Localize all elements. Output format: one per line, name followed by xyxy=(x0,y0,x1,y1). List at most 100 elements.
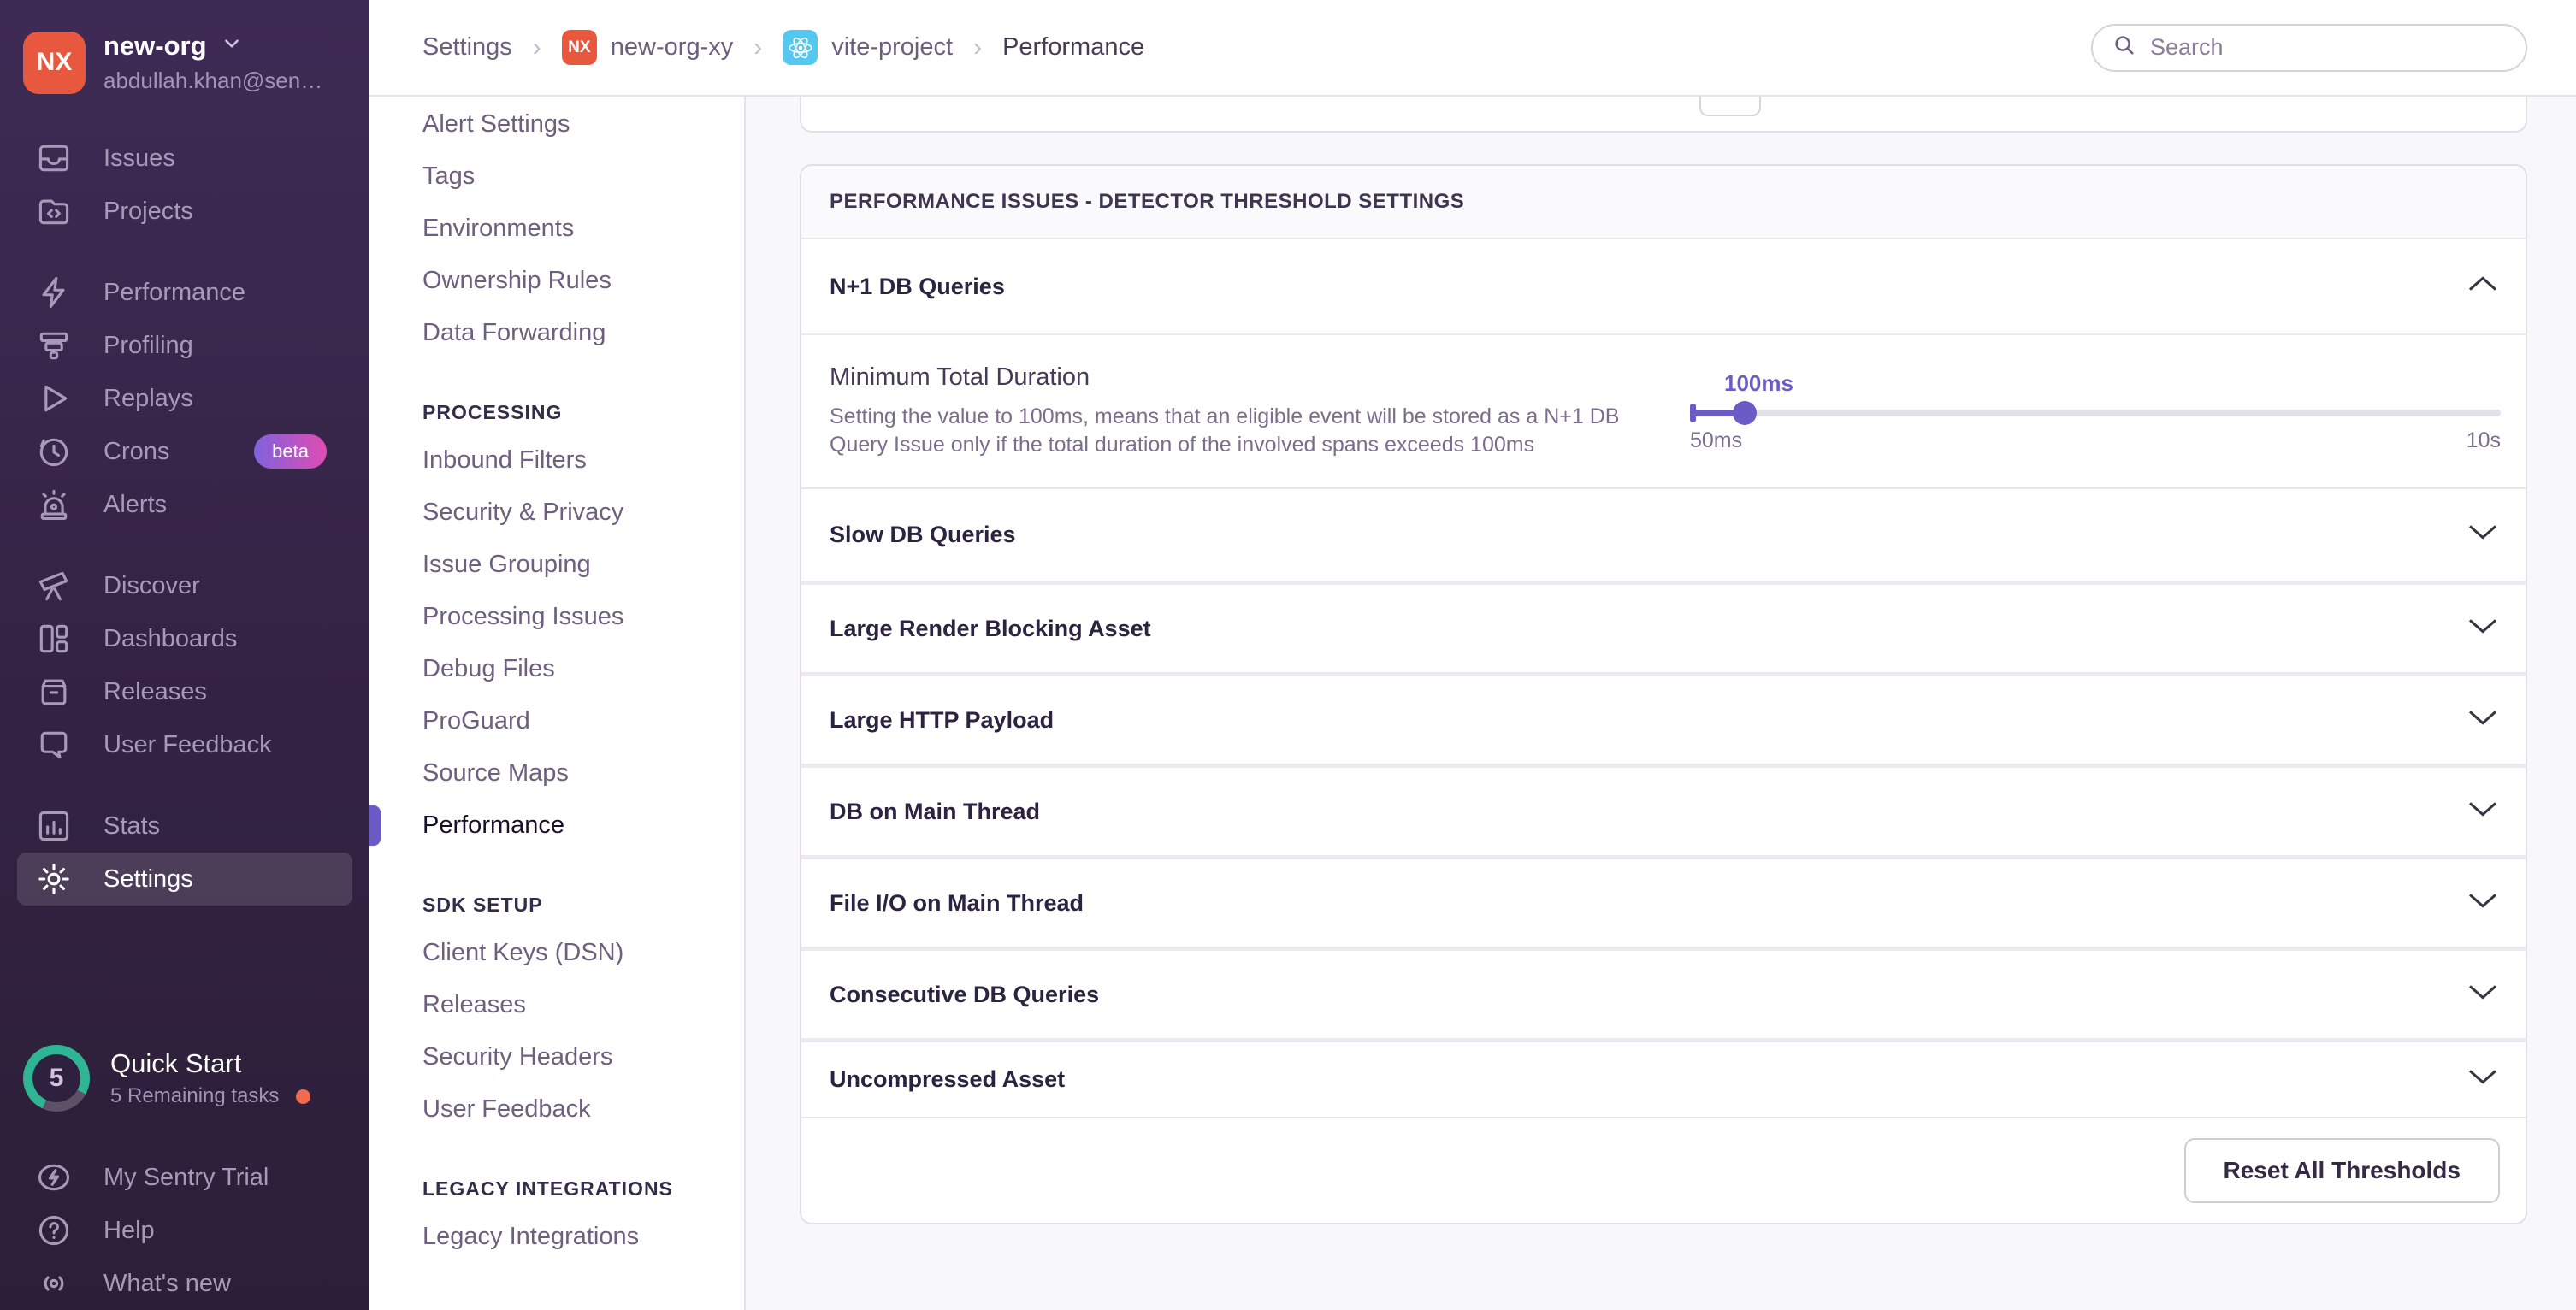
chevron-down-icon xyxy=(2466,706,2500,735)
sidebar-item-releases[interactable]: Releases xyxy=(0,665,369,718)
performance-icon xyxy=(34,273,74,312)
subnav-item-processing-issues[interactable]: Processing Issues xyxy=(369,591,744,643)
breadcrumb-current: Performance xyxy=(1002,33,1144,62)
subnav-item-user-feedback[interactable]: User Feedback xyxy=(369,1083,744,1136)
org-meta: new-org abdullah.khan@sen… xyxy=(103,31,322,94)
search-icon xyxy=(2112,32,2137,62)
sidebar-item-label: Dashboards xyxy=(103,625,237,653)
projects-icon xyxy=(34,192,74,231)
sidebar-item-label: User Feedback xyxy=(103,731,272,759)
chevron-down-icon xyxy=(2466,615,2500,643)
subnav-item-debug-files[interactable]: Debug Files xyxy=(369,643,744,695)
issues-icon xyxy=(34,139,74,178)
accordion-row-large-render-blocking-asset[interactable]: Large Render Blocking Asset xyxy=(801,581,2526,672)
accordion-row-consecutive-db-queries[interactable]: Consecutive DB Queries xyxy=(801,947,2526,1038)
breadcrumb-separator-icon: › xyxy=(973,33,982,62)
sidebar-item-whats-new[interactable]: What's new xyxy=(0,1257,369,1310)
accordion-row-label: Consecutive DB Queries xyxy=(830,982,1099,1008)
subnav-section-processing: PROCESSING xyxy=(369,390,744,434)
subnav-item-releases[interactable]: Releases xyxy=(369,979,744,1031)
slider-track[interactable] xyxy=(1690,410,2501,416)
accordion-row-n1-db-queries[interactable]: N+1 DB Queries xyxy=(801,239,2526,335)
accordion-row-label: N+1 DB Queries xyxy=(830,274,1005,300)
sidebar-item-issues[interactable]: Issues xyxy=(0,132,369,185)
chevron-up-icon xyxy=(2466,273,2500,301)
breadcrumb-org[interactable]: NX new-org-xy xyxy=(562,30,733,65)
previous-panel-fragment xyxy=(800,97,2527,133)
sidebar-item-alerts[interactable]: Alerts xyxy=(0,478,369,531)
sidebar-item-projects[interactable]: Projects xyxy=(0,185,369,238)
quick-start-progress-ring: 5 xyxy=(23,1045,90,1112)
sidebar-item-label: Performance xyxy=(103,279,245,307)
subnav-item-environments[interactable]: Environments xyxy=(369,203,744,255)
panel-title: PERFORMANCE ISSUES - DETECTOR THRESHOLD … xyxy=(801,166,2526,239)
subnav-item-label: Performance xyxy=(422,811,564,840)
breadcrumb-settings[interactable]: Settings xyxy=(422,33,512,62)
accordion-row-uncompressed-asset[interactable]: Uncompressed Asset xyxy=(801,1038,2526,1117)
user-email: abdullah.khan@sen… xyxy=(103,68,322,94)
breadcrumb-project[interactable]: vite-project xyxy=(783,30,953,65)
trial-lightning-icon xyxy=(34,1158,74,1197)
sidebar-item-label: My Sentry Trial xyxy=(103,1164,269,1192)
sidebar-item-label: Help xyxy=(103,1217,155,1245)
reset-all-thresholds-button[interactable]: Reset All Thresholds xyxy=(2184,1138,2500,1203)
accordion-row-label: Large HTTP Payload xyxy=(830,707,1054,734)
search-box[interactable] xyxy=(2091,24,2527,72)
subnav-item-performance[interactable]: Performance xyxy=(369,800,744,852)
subnav-item-issue-grouping[interactable]: Issue Grouping xyxy=(369,539,744,591)
stats-icon xyxy=(34,806,74,846)
subnav-item-ownership-rules[interactable]: Ownership Rules xyxy=(369,255,744,307)
subnav-item-security-privacy[interactable]: Security & Privacy xyxy=(369,487,744,539)
subnav-item-legacy-integrations[interactable]: Legacy Integrations xyxy=(369,1211,744,1263)
sidebar-item-discover[interactable]: Discover xyxy=(0,559,369,612)
sidebar-item-stats[interactable]: Stats xyxy=(0,800,369,853)
accordion-row-slow-db-queries[interactable]: Slow DB Queries xyxy=(801,489,2526,581)
subnav-item-inbound-filters[interactable]: Inbound Filters xyxy=(369,434,744,487)
sidebar-item-crons[interactable]: Crons beta xyxy=(0,425,369,478)
sidebar-item-replays[interactable]: Replays xyxy=(0,372,369,425)
sidebar-item-label: Settings xyxy=(103,865,193,894)
org-name[interactable]: new-org xyxy=(103,31,207,62)
sidebar-item-label: Replays xyxy=(103,385,193,413)
setting-description: Setting the value to 100ms, means that a… xyxy=(830,403,1651,459)
sidebar-item-label: Stats xyxy=(103,812,160,841)
subnav-item-data-forwarding[interactable]: Data Forwarding xyxy=(369,307,744,359)
breadcrumb-separator-icon: › xyxy=(753,33,762,62)
accordion-row-db-on-main-thread[interactable]: DB on Main Thread xyxy=(801,764,2526,855)
accordion-row-large-http-payload[interactable]: Large HTTP Payload xyxy=(801,672,2526,764)
breadcrumb: Settings › NX new-org-xy › vite-project … xyxy=(422,30,1144,65)
subnav-item-source-maps[interactable]: Source Maps xyxy=(369,747,744,800)
breadcrumb-separator-icon: › xyxy=(533,33,541,62)
detector-threshold-panel: PERFORMANCE ISSUES - DETECTOR THRESHOLD … xyxy=(800,164,2527,1224)
subnav-section-sdk-setup: SDK SETUP xyxy=(369,882,744,927)
subnav-item-client-keys[interactable]: Client Keys (DSN) xyxy=(369,927,744,979)
sidebar-item-help[interactable]: Help xyxy=(0,1204,369,1257)
threshold-input-fragment[interactable] xyxy=(1699,97,1761,116)
broadcast-icon xyxy=(34,1264,74,1303)
org-avatar[interactable]: NX xyxy=(23,32,86,94)
sidebar-item-performance[interactable]: Performance xyxy=(0,266,369,319)
subnav-item-alert-settings[interactable]: Alert Settings xyxy=(369,98,744,150)
subnav-item-tags[interactable]: Tags xyxy=(369,150,744,203)
sidebar-item-dashboards[interactable]: Dashboards xyxy=(0,612,369,665)
sidebar-item-label: Crons xyxy=(103,438,169,466)
primary-nav: Issues Projects Performance Profiling xyxy=(0,132,369,934)
quick-start-widget[interactable]: 5 Quick Start 5 Remaining tasks xyxy=(0,1045,369,1112)
setting-label: Minimum Total Duration xyxy=(830,363,1651,392)
accordion-row-label: File I/O on Main Thread xyxy=(830,890,1084,917)
subnav-item-security-headers[interactable]: Security Headers xyxy=(369,1031,744,1083)
subnav-item-proguard[interactable]: ProGuard xyxy=(369,695,744,747)
gear-icon xyxy=(34,859,74,899)
slider-max-label: 10s xyxy=(2467,428,2501,453)
org-switcher[interactable]: NX new-org abdullah.khan@sen… xyxy=(0,0,369,94)
sidebar-item-my-sentry-trial[interactable]: My Sentry Trial xyxy=(0,1151,369,1204)
org-chip: NX xyxy=(562,30,597,65)
user-feedback-icon xyxy=(34,725,74,764)
sidebar-item-label: Alerts xyxy=(103,491,167,519)
slider-thumb[interactable] xyxy=(1733,401,1757,425)
search-input[interactable] xyxy=(2150,34,2507,61)
sidebar-item-profiling[interactable]: Profiling xyxy=(0,319,369,372)
accordion-row-file-io-on-main-thread[interactable]: File I/O on Main Thread xyxy=(801,855,2526,947)
sidebar-item-user-feedback[interactable]: User Feedback xyxy=(0,718,369,771)
sidebar-item-settings[interactable]: Settings xyxy=(17,853,352,906)
